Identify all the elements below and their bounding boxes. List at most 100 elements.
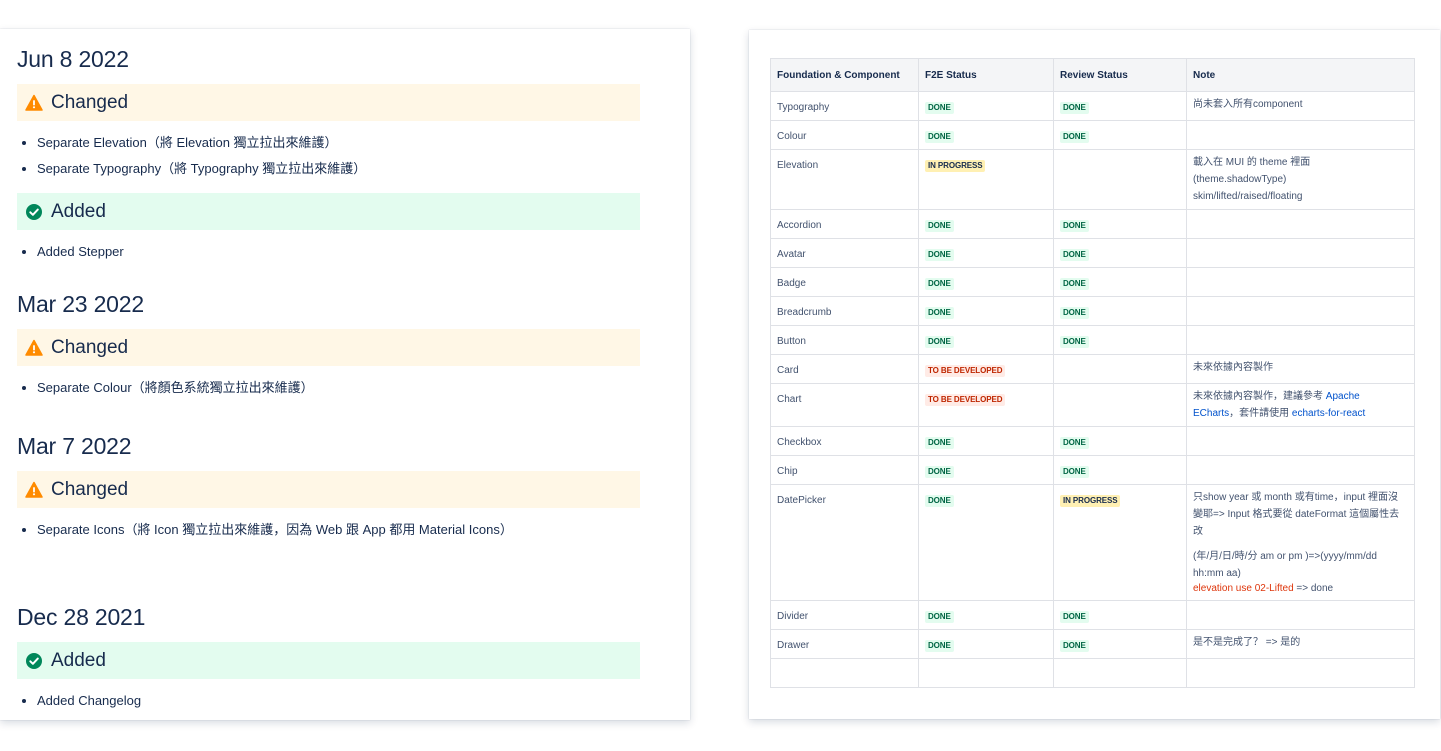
list-item: Separate Typography（將 Typography 獨立拉出來維護… (37, 156, 640, 182)
changed-banner: Changed (17, 471, 640, 508)
status-lozenge: DONE (1060, 131, 1089, 143)
status-lozenge: DONE (1060, 640, 1089, 652)
cell-component: Typography (770, 91, 919, 121)
warning-icon (25, 481, 43, 499)
component-name: DatePicker (777, 495, 826, 506)
component-status-table: Foundation & Component F2E Status Review… (770, 58, 1415, 688)
status-lozenge: DONE (925, 220, 954, 232)
component-status-card: Foundation & Component F2E Status Review… (749, 30, 1440, 719)
table-row: Breadcrumb DONE DONE (770, 296, 1415, 326)
cell-note (1186, 426, 1415, 456)
component-name: Button (777, 336, 806, 347)
cell-empty (770, 658, 919, 688)
table-row: Divider DONE DONE (770, 600, 1415, 630)
component-name: Elevation (777, 160, 819, 171)
cell-note (1186, 209, 1415, 239)
table-row: Button DONE DONE (770, 325, 1415, 355)
echarts-for-react-link[interactable]: echarts-for-react (1292, 408, 1365, 419)
note-line: 只show year 或 month 或有time，input 裡面沒變耶=> … (1193, 492, 1400, 537)
status-lozenge: DONE (925, 102, 954, 114)
table-row: DatePicker DONE IN PROGRESS 只show year 或 mo… (770, 484, 1415, 601)
entry-date: Dec 28 2021 (17, 604, 146, 630)
table-row: Card TO BE DEVELOPED 未來依據內容製作 (770, 354, 1415, 384)
cell-review-status (1053, 149, 1187, 210)
note-line: 尚未套入所有component (1193, 99, 1303, 110)
status-lozenge: DONE (925, 307, 954, 319)
cell-review-status: DONE (1053, 325, 1187, 355)
cell-f2e-status: DONE (918, 484, 1054, 601)
change-list: Separate Icons（將 Icon 獨立拉出來維護，因為 Web 跟 A… (17, 517, 640, 543)
status-lozenge: IN PROGRESS (1060, 495, 1121, 507)
changelog-entry: Mar 7 2022 Changed Separate Icons（將 Icon 獨… (17, 433, 640, 554)
cell-f2e-status: DONE (918, 325, 1054, 355)
status-lozenge: DONE (925, 131, 954, 143)
status-lozenge: DONE (1060, 611, 1089, 623)
status-lozenge: DONE (925, 278, 954, 290)
changelog-card: Jun 8 2022 Changed Separate Elevation（將 El… (0, 29, 690, 720)
cell-review-status: DONE (1053, 455, 1187, 485)
note-text-middle: ，套件請使用 (1229, 408, 1292, 419)
list-item: Separate Elevation（將 Elevation 獨立拉出來維護） (37, 130, 640, 156)
status-lozenge: DONE (925, 249, 954, 261)
cell-review-status: DONE (1053, 209, 1187, 239)
status-lozenge: DONE (925, 466, 954, 478)
cell-empty (918, 658, 1054, 688)
cell-component: DatePicker (770, 484, 919, 601)
list-item: Added Stepper (37, 239, 640, 265)
cell-component: Button (770, 325, 919, 355)
cell-component: Accordion (770, 209, 919, 239)
table-row: Badge DONE DONE (770, 267, 1415, 297)
cell-component: Breadcrumb (770, 296, 919, 326)
cell-empty (1053, 658, 1187, 688)
list-item: Separate Colour（將顏色系統獨立拉出來維護） (37, 375, 640, 401)
component-name: Divider (777, 611, 809, 622)
cell-review-status: DONE (1053, 120, 1187, 150)
status-lozenge: DONE (1060, 102, 1089, 114)
cell-f2e-status: DONE (918, 296, 1054, 326)
section-heading: Changed (51, 478, 129, 500)
cell-f2e-status: DONE (918, 209, 1054, 239)
status-lozenge: DONE (1060, 278, 1089, 290)
change-list: Added Stepper (17, 239, 640, 265)
cell-note: 是不是完成了？ => 是的 (1186, 629, 1415, 659)
cell-component: Chip (770, 455, 919, 485)
check-circle-icon (25, 203, 43, 221)
cell-note: 尚未套入所有component (1186, 91, 1415, 121)
component-name: Chip (777, 466, 798, 477)
cell-component: Badge (770, 267, 919, 297)
cell-note (1186, 325, 1415, 355)
component-name: Chart (777, 394, 802, 405)
component-name: Checkbox (777, 437, 822, 448)
table-row: Chip DONE DONE (770, 455, 1415, 485)
section-heading: Added (51, 200, 106, 222)
table-row: Accordion DONE DONE (770, 209, 1415, 239)
status-lozenge: DONE (1060, 336, 1089, 348)
header-review-status: Review Status (1053, 58, 1187, 92)
component-name: Typography (777, 102, 830, 113)
cell-review-status: DONE (1053, 629, 1187, 659)
note-line: (年/月/日/時/分 am or pm )=>(yyyy/mm/dd hh:mm… (1193, 551, 1377, 579)
status-lozenge: DONE (1060, 249, 1089, 261)
note-line: 是不是完成了？ => 是的 (1193, 637, 1301, 648)
status-lozenge: DONE (1060, 307, 1089, 319)
change-list: Separate Colour（將顏色系統獨立拉出來維護） (17, 375, 640, 401)
cell-f2e-status: TO BE DEVELOPED (918, 383, 1054, 427)
table-header-row: Foundation & Component F2E Status Review… (770, 58, 1415, 92)
status-lozenge: TO BE DEVELOPED (925, 365, 1006, 377)
table-row: Colour DONE DONE (770, 120, 1415, 150)
changelog-entry: Jun 8 2022 Changed Separate Elevation（將 El… (17, 46, 640, 276)
cell-note (1186, 455, 1415, 485)
component-name: Badge (777, 278, 806, 289)
cell-empty (1186, 658, 1415, 688)
cell-f2e-status: DONE (918, 455, 1054, 485)
cell-note (1186, 267, 1415, 297)
cell-component: Divider (770, 600, 919, 630)
list-item: Separate Icons（將 Icon 獨立拉出來維護，因為 Web 跟 A… (37, 517, 640, 543)
section-heading: Added (51, 649, 106, 671)
table-row: Typography DONE DONE 尚未套入所有component (770, 91, 1415, 121)
status-lozenge: DONE (925, 437, 954, 449)
status-lozenge: DONE (925, 640, 954, 652)
cell-f2e-status: DONE (918, 238, 1054, 268)
cell-review-status (1053, 383, 1187, 427)
cell-component: Card (770, 354, 919, 384)
